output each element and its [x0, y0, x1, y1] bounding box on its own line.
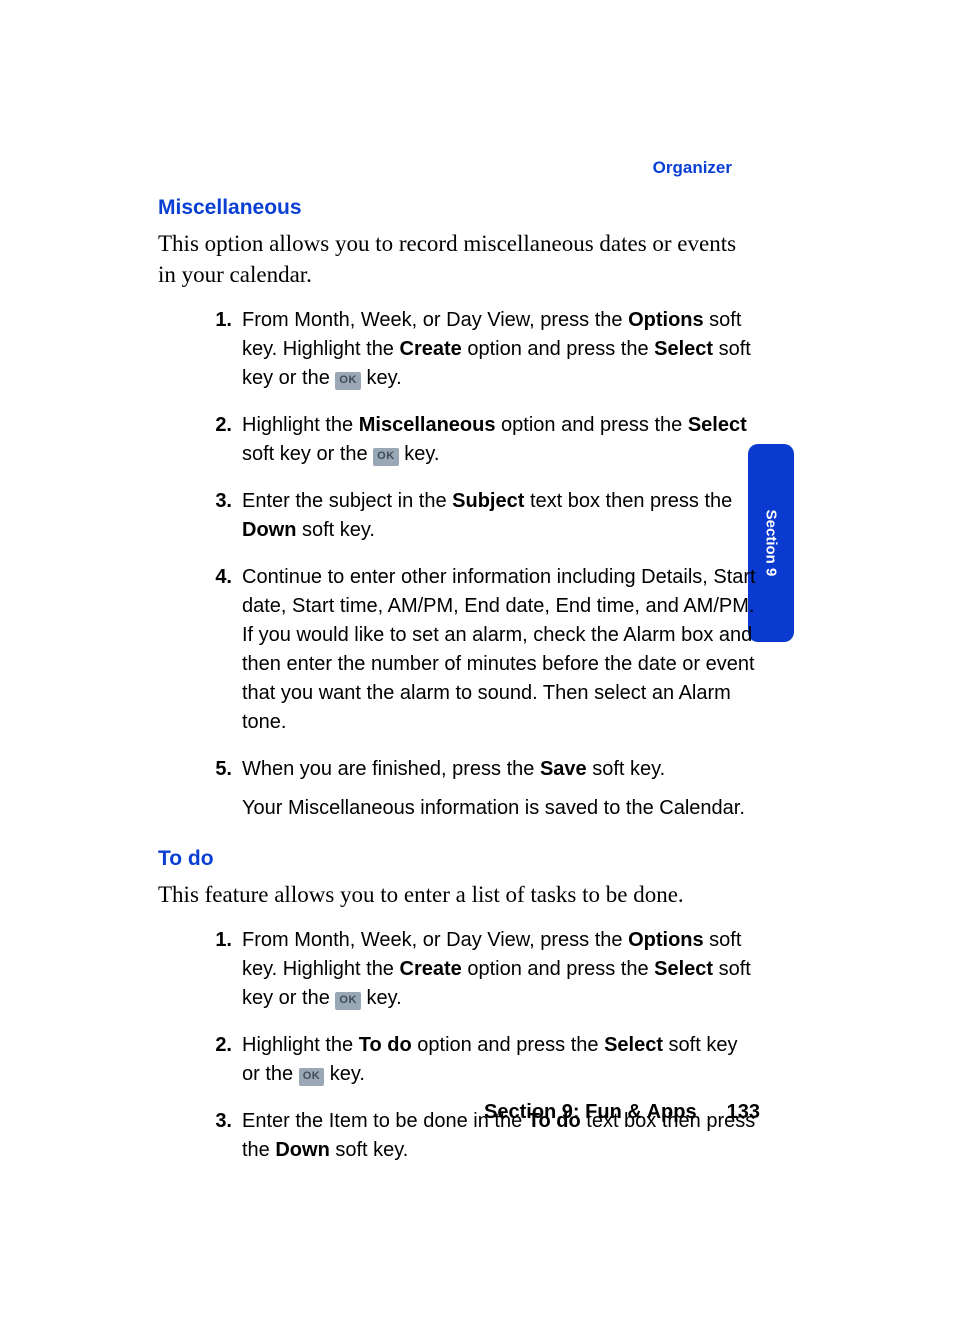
page-footer: Section 9: Fun & Apps 133: [0, 1101, 760, 1124]
step-text: From Month, Week, or Day View, press the…: [242, 309, 751, 389]
step-number: 1.: [212, 306, 232, 335]
ok-key-icon: OK: [335, 372, 361, 390]
ok-key-icon: OK: [335, 992, 361, 1010]
step-item: 1. From Month, Week, or Day View, press …: [218, 306, 758, 393]
content-area: Miscellaneous This option allows you to …: [158, 196, 758, 1189]
step-followup: Your Miscellaneous information is saved …: [242, 794, 758, 823]
step-text: Continue to enter other information incl…: [242, 566, 756, 733]
step-item: 1. From Month, Week, or Day View, press …: [218, 926, 758, 1013]
step-item: 5. When you are finished, press the Save…: [218, 755, 758, 823]
step-item: 2. Highlight the To do option and press …: [218, 1031, 758, 1089]
step-item: 4. Continue to enter other information i…: [218, 563, 758, 737]
step-number: 1.: [212, 926, 232, 955]
page: Organizer Section 9 Miscellaneous This o…: [0, 0, 954, 1319]
ok-key-icon: OK: [373, 448, 399, 466]
steps-todo: 1. From Month, Week, or Day View, press …: [158, 926, 758, 1165]
footer-page-number: 133: [727, 1101, 760, 1123]
steps-miscellaneous: 1. From Month, Week, or Day View, press …: [158, 306, 758, 823]
step-text: Highlight the To do option and press the…: [242, 1034, 737, 1085]
step-number: 3.: [212, 487, 232, 516]
intro-miscellaneous: This option allows you to record miscell…: [158, 228, 758, 290]
section-side-tab-label: Section 9: [763, 510, 780, 577]
header-category: Organizer: [653, 158, 732, 178]
step-item: 3. Enter the subject in the Subject text…: [218, 487, 758, 545]
ok-key-icon: OK: [299, 1068, 325, 1086]
step-item: 2. Highlight the Miscellaneous option an…: [218, 411, 758, 469]
subhead-todo: To do: [158, 847, 758, 871]
step-text: From Month, Week, or Day View, press the…: [242, 929, 751, 1009]
step-number: 2.: [212, 1031, 232, 1060]
step-text: Highlight the Miscellaneous option and p…: [242, 414, 747, 465]
intro-todo: This feature allows you to enter a list …: [158, 879, 758, 910]
step-text: When you are finished, press the Save so…: [242, 758, 758, 823]
step-number: 5.: [212, 755, 232, 784]
footer-section: Section 9: Fun & Apps: [484, 1101, 697, 1123]
step-text: Enter the subject in the Subject text bo…: [242, 490, 732, 541]
step-number: 4.: [212, 563, 232, 592]
subhead-miscellaneous: Miscellaneous: [158, 196, 758, 220]
step-number: 2.: [212, 411, 232, 440]
